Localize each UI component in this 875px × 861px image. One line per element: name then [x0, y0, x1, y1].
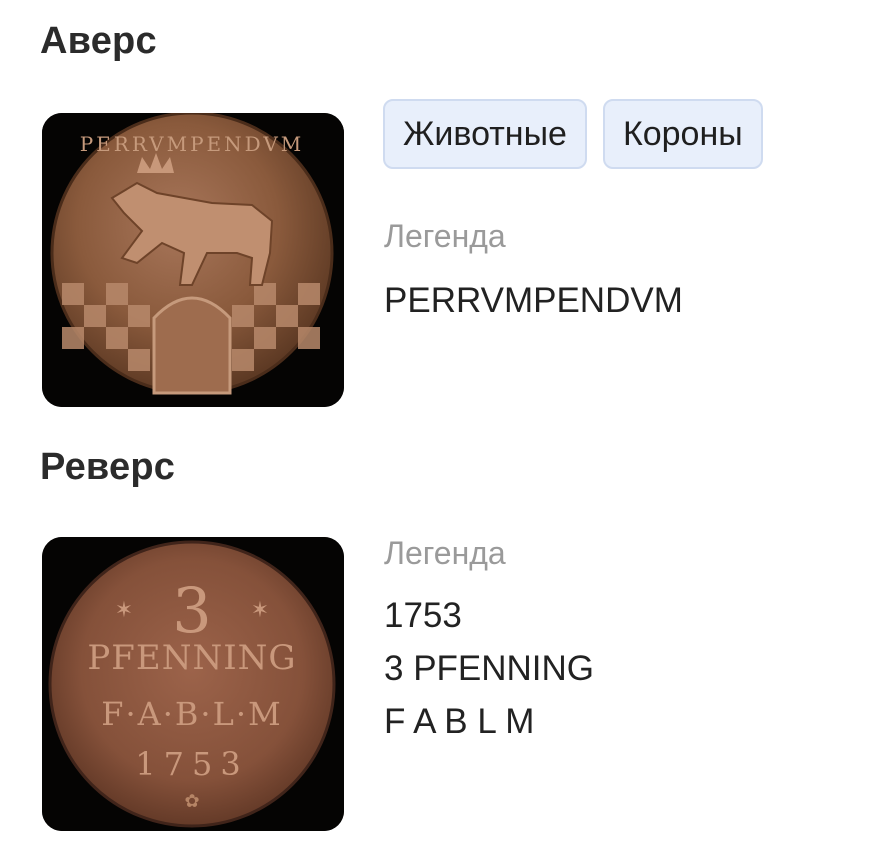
reverse-section-title: Реверс	[40, 446, 176, 488]
obverse-legend-text: PERRVMPENDVM	[384, 281, 683, 320]
svg-text:PFENNING: PFENNING	[87, 638, 296, 678]
obverse-tags: Животные Короны	[383, 99, 763, 169]
svg-text:F·A·B·L·M: F·A·B·L·M	[101, 695, 283, 733]
svg-text:✶: ✶	[115, 598, 133, 623]
svg-text:1753: 1753	[135, 745, 248, 783]
svg-text:3: 3	[172, 574, 211, 647]
obverse-coin-illustration: PERRVMPENDVM	[42, 113, 344, 407]
reverse-coin-image[interactable]: 3 ✶ ✶ PFENNING F·A·B·L·M 1753 ✿	[42, 537, 344, 831]
svg-text:PERRVMPENDVM: PERRVMPENDVM	[80, 132, 305, 156]
svg-text:✿: ✿	[184, 791, 199, 812]
reverse-legend-line-initials: F A B L M	[384, 702, 535, 741]
reverse-legend-label: Легенда	[384, 535, 506, 571]
obverse-section-title: Аверс	[40, 20, 157, 62]
reverse-coin-illustration: 3 ✶ ✶ PFENNING F·A·B·L·M 1753 ✿	[42, 537, 344, 831]
svg-text:✶: ✶	[251, 598, 269, 623]
reverse-legend-text: 1753 3 PFENNING F A B L M	[384, 589, 594, 748]
tag-crowns[interactable]: Короны	[602, 99, 763, 169]
obverse-legend-label: Легенда	[384, 218, 506, 254]
reverse-legend-line-denomination: 3 PFENNING	[384, 649, 595, 688]
obverse-coin-image[interactable]: PERRVMPENDVM	[42, 113, 344, 407]
reverse-legend-line-year: 1753	[384, 596, 462, 635]
tag-animals[interactable]: Животные	[383, 99, 587, 169]
